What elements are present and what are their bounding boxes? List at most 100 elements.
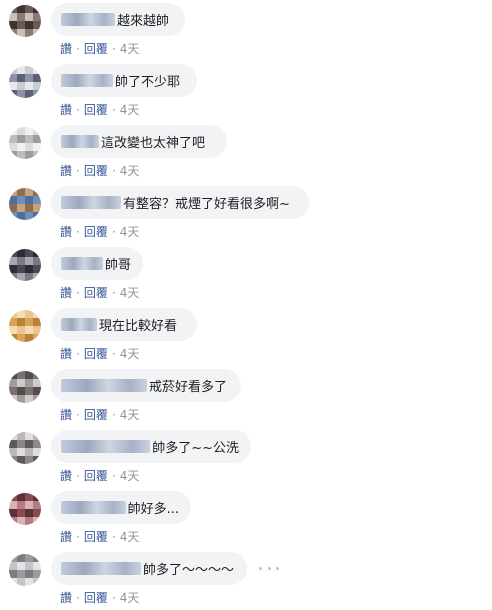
like-button[interactable]: 讚 bbox=[60, 591, 72, 605]
comment-item: 帥了不少耶讚 · 回覆 · 4天 bbox=[0, 61, 492, 122]
comment-item: 帥多了～～～～讚 · 回覆 · 4天 bbox=[0, 549, 492, 610]
comment-item: 帥多了~~公洗讚 · 回覆 · 4天 bbox=[0, 427, 492, 488]
comment-actions: 讚 · 回覆 · 4天 bbox=[60, 589, 139, 606]
comment-text: 這改變也太神了吧 bbox=[101, 136, 206, 151]
comment-timestamp[interactable]: 4天 bbox=[120, 225, 140, 239]
comment-text: 帥多了~~公洗 bbox=[152, 441, 239, 456]
comment-timestamp[interactable]: 4天 bbox=[120, 164, 140, 178]
separator: · bbox=[76, 591, 80, 605]
separator: · bbox=[76, 347, 80, 361]
reply-button[interactable]: 回覆 bbox=[84, 103, 108, 117]
comment-text: 戒菸好看多了 bbox=[149, 380, 228, 395]
dot bbox=[259, 566, 262, 570]
reply-button[interactable]: 回覆 bbox=[84, 286, 108, 300]
comment-bubble: 帥了不少耶 bbox=[51, 64, 197, 97]
commenter-name-redacted[interactable] bbox=[61, 440, 151, 453]
separator: · bbox=[111, 164, 116, 178]
commenter-name-redacted[interactable] bbox=[61, 501, 126, 514]
comment-bubble: 這改變也太神了吧 bbox=[51, 125, 227, 158]
comment-timestamp[interactable]: 4天 bbox=[120, 591, 140, 605]
commenter-name-redacted[interactable] bbox=[61, 379, 147, 392]
comment-timestamp[interactable]: 4天 bbox=[120, 42, 140, 56]
like-button[interactable]: 讚 bbox=[60, 469, 72, 483]
comment-actions: 讚 · 回覆 · 4天 bbox=[60, 345, 139, 362]
reply-button[interactable]: 回覆 bbox=[84, 530, 108, 544]
avatar[interactable] bbox=[9, 188, 41, 220]
avatar[interactable] bbox=[9, 371, 41, 403]
reply-button[interactable]: 回覆 bbox=[84, 225, 108, 239]
comment-bubble: 現在比較好看 bbox=[51, 308, 197, 341]
like-button[interactable]: 讚 bbox=[60, 164, 72, 178]
comment-timestamp[interactable]: 4天 bbox=[120, 530, 140, 544]
comment-timestamp[interactable]: 4天 bbox=[120, 103, 140, 117]
separator: · bbox=[76, 469, 80, 483]
avatar[interactable] bbox=[9, 310, 41, 342]
avatar[interactable] bbox=[9, 66, 41, 98]
reply-button[interactable]: 回覆 bbox=[84, 42, 108, 56]
comment-bubble: 戒菸好看多了 bbox=[51, 369, 241, 402]
avatar[interactable] bbox=[9, 554, 41, 586]
more-options-icon[interactable] bbox=[259, 563, 279, 573]
comment-timestamp[interactable]: 4天 bbox=[120, 347, 140, 361]
comment-text: 現在比較好看 bbox=[99, 319, 178, 334]
avatar[interactable] bbox=[9, 5, 41, 37]
comment-actions: 讚 · 回覆 · 4天 bbox=[60, 467, 139, 484]
comment-timestamp[interactable]: 4天 bbox=[120, 469, 140, 483]
avatar[interactable] bbox=[9, 493, 41, 525]
dot bbox=[276, 566, 279, 570]
separator: · bbox=[111, 42, 116, 56]
reply-button[interactable]: 回覆 bbox=[84, 591, 108, 605]
avatar[interactable] bbox=[9, 249, 41, 281]
separator: · bbox=[111, 225, 116, 239]
separator: · bbox=[76, 530, 80, 544]
comment-bubble: 越來越帥 bbox=[51, 3, 185, 36]
separator: · bbox=[111, 286, 116, 300]
comment-actions: 讚 · 回覆 · 4天 bbox=[60, 101, 139, 118]
comment-item: 帥哥讚 · 回覆 · 4天 bbox=[0, 244, 492, 305]
comment-actions: 讚 · 回覆 · 4天 bbox=[60, 406, 139, 423]
like-button[interactable]: 讚 bbox=[60, 347, 72, 361]
separator: · bbox=[111, 469, 116, 483]
avatar[interactable] bbox=[9, 127, 41, 159]
commenter-name-redacted[interactable] bbox=[61, 196, 121, 209]
separator: · bbox=[76, 286, 80, 300]
comment-text: 越來越帥 bbox=[117, 14, 170, 29]
separator: · bbox=[111, 408, 116, 422]
reply-button[interactable]: 回覆 bbox=[84, 408, 108, 422]
reply-button[interactable]: 回覆 bbox=[84, 164, 108, 178]
comment-text: 帥哥 bbox=[104, 258, 131, 273]
commenter-name-redacted[interactable] bbox=[61, 135, 99, 148]
avatar[interactable] bbox=[9, 432, 41, 464]
like-button[interactable]: 讚 bbox=[60, 42, 72, 56]
commenter-name-redacted[interactable] bbox=[61, 257, 103, 270]
commenter-name-redacted[interactable] bbox=[61, 74, 113, 87]
like-button[interactable]: 讚 bbox=[60, 225, 72, 239]
comment-thread: { "actions": { "like_label": "讚", "reply… bbox=[0, 0, 492, 605]
comment-actions: 讚 · 回覆 · 4天 bbox=[60, 284, 139, 301]
like-button[interactable]: 讚 bbox=[60, 408, 72, 422]
comment-bubble: 有整容？戒煙了好看很多啊~ bbox=[51, 186, 309, 219]
comment-bubble: 帥多了~~公洗 bbox=[51, 430, 251, 463]
comment-timestamp[interactable]: 4天 bbox=[120, 286, 140, 300]
commenter-name-redacted[interactable] bbox=[61, 562, 141, 575]
commenter-name-redacted[interactable] bbox=[61, 13, 115, 26]
like-button[interactable]: 讚 bbox=[60, 103, 72, 117]
comment-bubble: 帥好多... bbox=[51, 491, 191, 524]
comment-item: 戒菸好看多了讚 · 回覆 · 4天 bbox=[0, 366, 492, 427]
like-button[interactable]: 讚 bbox=[60, 286, 72, 300]
comment-bubble: 帥哥 bbox=[51, 247, 143, 280]
comment-text: 帥好多... bbox=[127, 502, 179, 517]
reply-button[interactable]: 回覆 bbox=[84, 347, 108, 361]
comment-actions: 讚 · 回覆 · 4天 bbox=[60, 40, 139, 57]
separator: · bbox=[111, 530, 116, 544]
commenter-name-redacted[interactable] bbox=[61, 318, 97, 331]
separator: · bbox=[111, 591, 116, 605]
reply-button[interactable]: 回覆 bbox=[84, 469, 108, 483]
comment-actions: 讚 · 回覆 · 4天 bbox=[60, 223, 139, 240]
comment-timestamp[interactable]: 4天 bbox=[120, 408, 140, 422]
comment-item: 帥好多... 讚 · 回覆 · 4天 bbox=[0, 488, 492, 549]
like-button[interactable]: 讚 bbox=[60, 530, 72, 544]
separator: · bbox=[76, 408, 80, 422]
separator: · bbox=[111, 347, 116, 361]
comment-text: 帥了不少耶 bbox=[115, 75, 181, 90]
